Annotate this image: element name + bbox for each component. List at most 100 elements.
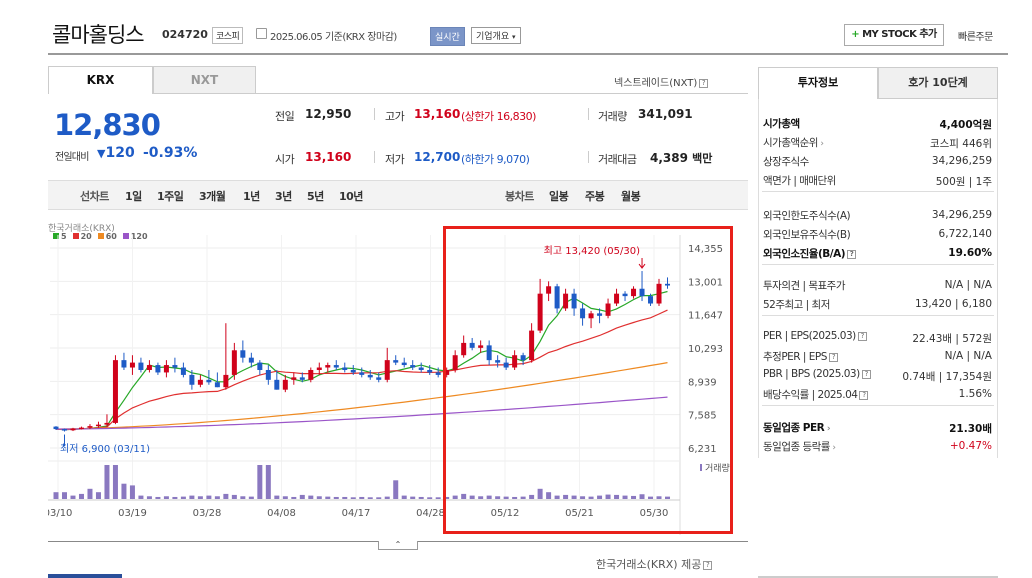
candle-body [189,374,195,385]
date-suffix: 기준(KRX 장마감) [324,32,397,43]
period-1d[interactable]: 1일 [125,188,142,204]
stock-page: 콜마홀딩스 024720 코스피 2025.06.05 기준(KRX 장마감) … [0,0,1032,578]
candle-body [70,428,76,431]
volume-bar [95,492,101,499]
x-tick-label: 04/28 [416,508,445,519]
x-tick-label: 03/28 [193,508,222,519]
chevron-right-icon[interactable]: › [824,424,831,434]
info-label-text: 외국인한도주식수(A) [763,210,851,222]
mystock-add-button[interactable]: + MY STOCK 추가 [844,24,944,46]
footer-source: 한국거래소(KRX) 제공? [596,556,713,572]
panel-right-border [997,99,998,458]
candle-body [206,379,212,383]
change-label: 전일대비 [55,152,89,163]
prev-value: 12,950 [305,107,352,121]
volume-bar [393,480,399,499]
help-icon[interactable]: ? [861,369,871,379]
volume-bar [333,496,339,499]
period-daily[interactable]: 일봉 [549,188,569,204]
candle-body [95,424,101,427]
info-value-par: 500원 | 1주 [935,176,992,188]
volume-bar [359,496,365,499]
low-label: 저가 [385,153,405,166]
candle-body [104,422,110,425]
candle-body [282,379,288,390]
chevron-right-icon[interactable]: › [830,443,836,453]
period-1w[interactable]: 1주일 [157,188,184,204]
help-icon[interactable]: ? [847,249,857,259]
period-3y[interactable]: 3년 [275,188,292,204]
volume-bar [129,485,135,499]
date-value: 2025.06.05 [270,32,323,43]
volume-bar [418,496,424,499]
volume-bar [146,496,152,499]
info-label-text: 배당수익률 | 2025.04 [763,389,858,401]
info-label-text: 외국인보유주식수(B) [763,229,851,241]
candle-body [61,429,67,431]
info-label-foreign_hold: 외국인보유주식수(B) [763,227,851,242]
help-icon[interactable]: ? [703,560,713,570]
info-label-par: 액면가 | 매매단위 [763,173,836,188]
stat-sep [588,151,589,163]
amount-label: 거래대금 [598,153,637,166]
info-value-foreign_ratio: 19.60% [948,247,992,259]
info-label-pbr: PBR | BPS (2025.03)? [763,368,871,380]
candle-body [197,379,203,385]
collapse-handle[interactable]: ⌃ [378,541,418,550]
volume-bar [367,497,373,499]
period-1y[interactable]: 1년 [243,188,260,204]
tab-invest-info[interactable]: 투자정보 [758,67,878,99]
info-label-foreign_limit: 외국인한도주식수(A) [763,208,851,223]
market-badge: 코스피 [212,27,244,44]
line-chart-label[interactable]: 선차트 [80,188,109,204]
volume-bar [240,496,246,499]
tab-orderbook[interactable]: 호가 10단계 [878,67,998,99]
period-3m[interactable]: 3개월 [199,188,226,204]
chevron-right-icon[interactable]: › [818,139,824,149]
period-weekly[interactable]: 주봉 [585,188,605,204]
volume-bar [376,497,382,499]
candle-body [316,367,322,370]
period-5y[interactable]: 5년 [307,188,324,204]
info-value-sector_per: 21.30배 [949,423,992,435]
row-separator [762,315,994,316]
period-10y[interactable]: 10년 [339,188,363,204]
help-icon[interactable]: ? [859,390,869,400]
candle-body [350,369,356,373]
help-icon[interactable]: ? [828,352,838,362]
company-name[interactable]: 콜마홀딩스 [52,19,145,49]
info-label-sector_per: 동일업종 PER › [763,420,831,435]
candle-body [367,374,373,378]
help-icon[interactable]: ? [857,331,867,341]
candle-body [163,365,169,373]
row-separator [762,191,994,192]
change-value: ▼120 [97,145,135,161]
info-value-per: 22.43배 | 572원 [912,333,992,345]
company-overview-button[interactable]: 기업개요 ▾ [471,27,521,44]
tab-nxt[interactable]: NXT [153,66,256,94]
info-label-text: 동일업종 등락률 [763,441,830,453]
live-badge[interactable]: 실시간 [430,27,465,46]
volume-bar [231,494,237,499]
period-monthly[interactable]: 월봉 [621,188,641,204]
tab-krx[interactable]: KRX [48,66,153,94]
quick-order-link[interactable]: 빠른주문 [958,28,993,43]
period-bar [48,180,748,210]
calendar-icon [256,28,267,39]
help-icon[interactable]: ? [699,78,709,88]
info-label-text: 액면가 | 매매단위 [763,175,836,187]
volume-bar [138,495,144,499]
tab-divider [256,93,748,94]
candle-chart-label[interactable]: 봉차트 [505,188,534,204]
highlight-box [443,226,733,534]
volume-bar [70,495,76,499]
chevron-down-icon: ▾ [512,33,516,41]
candle-body [291,377,297,380]
volume-bar [223,493,229,499]
volume-bar [274,495,280,499]
nxt-link[interactable]: 넥스트레이드(NXT)? [614,74,709,89]
volume-bar [53,492,59,499]
info-label-mcap: 시가총액 [763,116,800,131]
candle-body [333,365,339,368]
candle-body [155,365,161,373]
